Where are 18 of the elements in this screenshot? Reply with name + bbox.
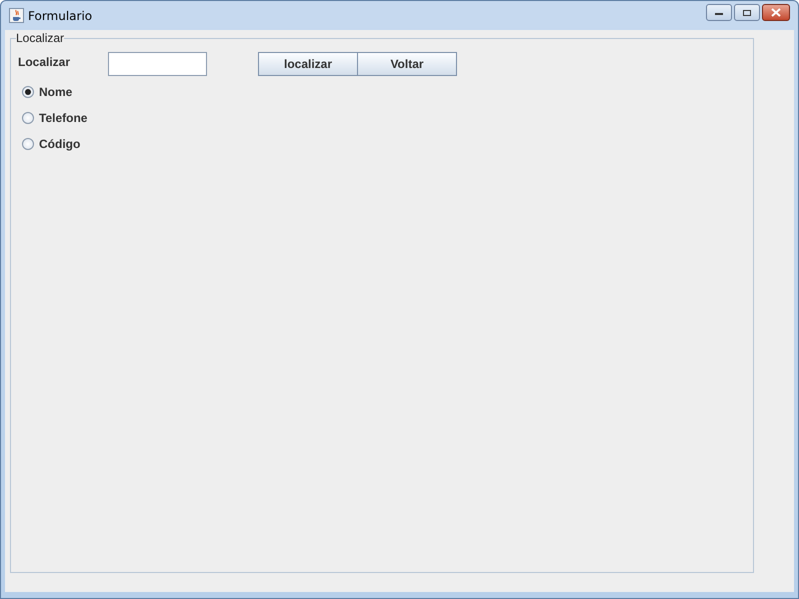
radio-button[interactable] — [22, 112, 34, 124]
radio-button[interactable] — [22, 86, 34, 98]
search-field[interactable] — [108, 52, 207, 76]
radio-label[interactable]: Telefone — [39, 111, 88, 125]
window-title: Formulario — [28, 8, 92, 22]
close-icon — [771, 8, 781, 17]
radio-button[interactable] — [22, 138, 34, 150]
close-button[interactable] — [762, 4, 790, 21]
maximize-button[interactable] — [734, 4, 760, 21]
radio-label[interactable]: Nome — [39, 85, 72, 99]
coffee-cup-icon — [9, 8, 24, 23]
maximize-icon — [742, 8, 752, 16]
action-button[interactable]: Voltar — [357, 52, 457, 76]
minimize-button[interactable] — [706, 4, 732, 21]
field-label: Localizar — [18, 55, 72, 69]
action-button[interactable]: localizar — [258, 52, 358, 76]
group-title: Localizar — [16, 31, 64, 45]
radio-label[interactable]: Código — [39, 137, 80, 151]
